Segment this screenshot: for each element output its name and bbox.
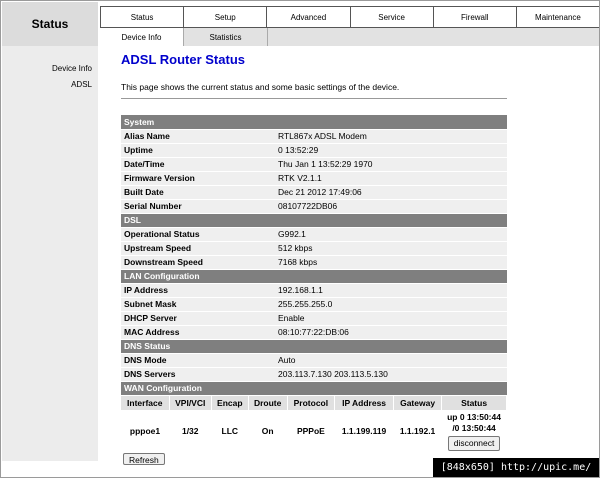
row-key: Date/Time: [121, 157, 275, 172]
table-row: DNS Servers 203.113.7.130 203.113.5.130: [121, 367, 507, 382]
row-key: DNS Servers: [121, 367, 275, 382]
wan-header: Interface: [121, 395, 170, 410]
section-lan: LAN Configuration: [121, 269, 507, 284]
table-row: Upstream Speed 512 kbps: [121, 241, 507, 256]
main-content: ADSL Router Status This page shows the c…: [121, 46, 511, 452]
section-system: System: [121, 115, 507, 130]
section-dns: DNS Status: [121, 339, 507, 354]
page-description: This page shows the current status and s…: [121, 82, 400, 92]
row-key: Built Date: [121, 185, 275, 200]
disconnect-button[interactable]: disconnect: [447, 436, 501, 451]
router-page: Status Status Setup Advanced Service Fir…: [0, 0, 600, 478]
row-value: 203.113.7.130 203.113.5.130: [275, 367, 507, 382]
wan-status-line2: /0 13:50:44: [452, 423, 496, 433]
wan-vpivci: 1/32: [169, 409, 212, 452]
row-value: Thu Jan 1 13:52:29 1970: [275, 157, 507, 172]
wan-encap: LLC: [211, 409, 249, 452]
sidebar-item-adsl[interactable]: ADSL: [2, 77, 98, 93]
row-key: Uptime: [121, 143, 275, 158]
wan-header: Encap: [211, 395, 249, 410]
row-value: 255.255.255.0: [275, 297, 507, 312]
sidebar-item-device-info[interactable]: Device Info: [2, 61, 98, 77]
row-value: RTK V2.1.1: [275, 171, 507, 186]
table-row: Firmware Version RTK V2.1.1: [121, 171, 507, 186]
row-value: 08107722DB06: [275, 199, 507, 214]
row-key: Operational Status: [121, 227, 275, 242]
row-value: 7168 kbps: [275, 255, 507, 270]
sidebar: Device Info ADSL: [2, 46, 98, 461]
section-wan: WAN Configuration: [121, 381, 507, 396]
row-value: G992.1: [275, 227, 507, 242]
top-nav: Status Setup Advanced Service Firewall M…: [100, 6, 599, 28]
row-value: RTL867x ADSL Modem: [275, 129, 507, 144]
row-value: 0 13:52:29: [275, 143, 507, 158]
divider: [121, 98, 507, 99]
wan-status: up 0 13:50:44 /0 13:50:44 disconnect: [441, 409, 507, 452]
row-value: Dec 21 2012 17:49:06: [275, 185, 507, 200]
subtab-device-info[interactable]: Device Info: [100, 28, 184, 46]
table-row: pppoe1 1/32 LLC On PPPoE 1.1.199.119 1.1…: [121, 409, 507, 452]
table-row: DNS Mode Auto: [121, 353, 507, 368]
wan-protocol: PPPoE: [287, 409, 335, 452]
refresh-button[interactable]: Refresh: [123, 453, 165, 465]
row-key: Firmware Version: [121, 171, 275, 186]
row-key: Subnet Mask: [121, 297, 275, 312]
wan-header: Protocol: [287, 395, 336, 410]
section-dsl: DSL: [121, 213, 507, 228]
row-key: Downstream Speed: [121, 255, 275, 270]
subtab-statistics[interactable]: Statistics: [184, 28, 268, 46]
wan-header: Droute: [248, 395, 288, 410]
row-value: 192.168.1.1: [275, 283, 507, 298]
table-row: Uptime 0 13:52:29: [121, 143, 507, 158]
brand-status: Status: [2, 2, 98, 46]
row-value: 08:10:77:22:DB:06: [275, 325, 507, 340]
row-value: Enable: [275, 311, 507, 326]
table-row: Operational Status G992.1: [121, 227, 507, 242]
wan-header: Gateway: [393, 395, 443, 410]
tab-maintenance[interactable]: Maintenance: [516, 6, 599, 28]
wan-table: Interface VPI/VCI Encap Droute Protocol …: [121, 395, 507, 452]
table-row: Date/Time Thu Jan 1 13:52:29 1970: [121, 157, 507, 172]
table-row: Built Date Dec 21 2012 17:49:06: [121, 185, 507, 200]
wan-gateway: 1.1.192.1: [393, 409, 442, 452]
tab-advanced[interactable]: Advanced: [267, 6, 351, 28]
row-key: DHCP Server: [121, 311, 275, 326]
table-row: Alias Name RTL867x ADSL Modem: [121, 129, 507, 144]
table-row: Serial Number 08107722DB06: [121, 199, 507, 214]
tab-service[interactable]: Service: [350, 6, 434, 28]
wan-status-line1: up 0 13:50:44: [447, 412, 501, 422]
wan-header: IP Address: [334, 395, 395, 410]
table-row: Downstream Speed 7168 kbps: [121, 255, 507, 270]
row-value: Auto: [275, 353, 507, 368]
wan-header: Status: [441, 395, 507, 410]
sub-nav: Device Info Statistics: [100, 28, 599, 46]
row-key: MAC Address: [121, 325, 275, 340]
row-key: Upstream Speed: [121, 241, 275, 256]
row-key: DNS Mode: [121, 353, 275, 368]
row-key: Serial Number: [121, 199, 275, 214]
wan-ip: 1.1.199.119: [334, 409, 394, 452]
table-row: MAC Address 08:10:77:22:DB:06: [121, 325, 507, 340]
row-value: 512 kbps: [275, 241, 507, 256]
row-key: IP Address: [121, 283, 275, 298]
table-row: Subnet Mask 255.255.255.0: [121, 297, 507, 312]
table-row: DHCP Server Enable: [121, 311, 507, 326]
status-table: System Alias Name RTL867x ADSL Modem Upti…: [121, 115, 507, 396]
row-key: Alias Name: [121, 129, 275, 144]
watermark: [848x650] http://upic.me/: [433, 458, 599, 477]
page-title: ADSL Router Status: [121, 52, 245, 67]
table-row: IP Address 192.168.1.1: [121, 283, 507, 298]
wan-interface: pppoe1: [121, 409, 170, 452]
wan-header: VPI/VCI: [169, 395, 212, 410]
tab-firewall[interactable]: Firewall: [433, 6, 517, 28]
wan-droute: On: [248, 409, 288, 452]
tab-status[interactable]: Status: [100, 6, 185, 28]
tab-setup[interactable]: Setup: [184, 6, 268, 28]
